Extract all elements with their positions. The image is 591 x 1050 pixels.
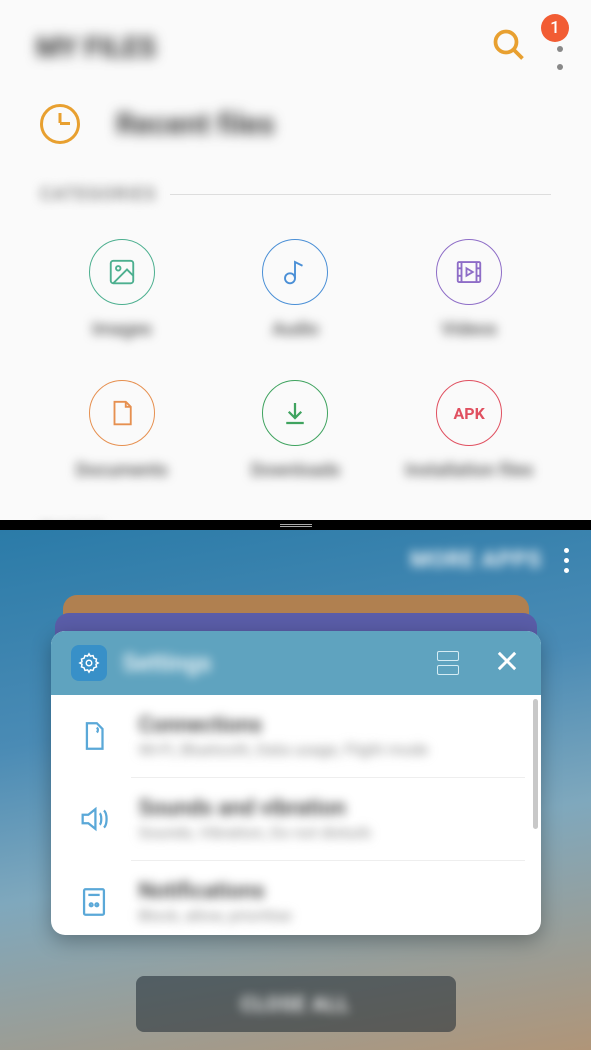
category-videos[interactable]: Videos <box>387 239 551 340</box>
section-label: CATEGORIES <box>40 184 156 205</box>
apk-badge-text: APK <box>454 404 485 423</box>
settings-app-card[interactable]: Settings Connections Wi-Fi, Bluetooth, D… <box>51 631 541 935</box>
notification-badge: 1 <box>541 14 569 42</box>
category-label: Images <box>92 319 152 340</box>
my-files-app: MY FILES 1 Recent files CATEGORIES Image… <box>0 0 591 520</box>
notifications-icon <box>77 885 111 919</box>
settings-row-sounds[interactable]: Sounds and vibration Sounds, Vibration, … <box>131 777 525 860</box>
divider <box>170 194 551 195</box>
music-icon <box>262 239 328 305</box>
settings-row-connections[interactable]: Connections Wi-Fi, Bluetooth, Data usage… <box>51 695 541 777</box>
category-audio[interactable]: Audio <box>214 239 378 340</box>
sim-icon <box>77 719 111 753</box>
apk-icon: APK <box>436 380 502 446</box>
split-view-icon[interactable] <box>437 651 459 675</box>
header: MY FILES 1 <box>0 0 591 94</box>
categories-header: CATEGORIES <box>0 154 591 215</box>
app-title: MY FILES <box>36 31 156 64</box>
category-label: Audio <box>272 319 319 340</box>
settings-app-icon[interactable] <box>71 645 107 681</box>
category-installation-files[interactable]: APK Installation files <box>387 380 551 481</box>
setting-title: Sounds and vibration <box>139 796 499 821</box>
category-label: Documents <box>76 460 168 481</box>
category-label: Downloads <box>251 460 340 481</box>
category-label: Videos <box>441 319 496 340</box>
close-card-button[interactable] <box>493 647 521 679</box>
recent-files-row[interactable]: Recent files <box>0 94 591 154</box>
card-content[interactable]: Connections Wi-Fi, Bluetooth, Data usage… <box>51 695 541 935</box>
recents-topbar: MORE APPS <box>0 530 591 591</box>
download-icon <box>262 380 328 446</box>
setting-subtitle: Wi-Fi, Bluetooth, Data usage, Flight mod… <box>139 740 515 759</box>
category-documents[interactable]: Documents <box>40 380 204 481</box>
drag-handle-icon <box>280 524 312 527</box>
image-icon <box>89 239 155 305</box>
recents-overview: MORE APPS Settings <box>0 530 591 1050</box>
setting-title: Notifications <box>139 879 499 904</box>
close-all-button[interactable]: CLOSE ALL <box>136 976 456 1032</box>
setting-title: Connections <box>139 713 515 738</box>
search-icon[interactable] <box>491 27 527 67</box>
setting-subtitle: Block, allow, prioritise <box>139 906 499 925</box>
recent-files-label: Recent files <box>116 107 275 142</box>
document-icon <box>89 380 155 446</box>
header-actions: 1 <box>491 20 563 74</box>
overflow-menu-icon[interactable] <box>564 548 569 573</box>
setting-subtitle: Sounds, Vibration, Do not disturb <box>139 823 499 842</box>
card-app-title: Settings <box>123 649 421 677</box>
video-icon <box>436 239 502 305</box>
split-screen-handle[interactable] <box>0 520 591 530</box>
category-label: Installation files <box>405 460 533 481</box>
category-images[interactable]: Images <box>40 239 204 340</box>
categories-grid: Images Audio Videos Documents Downloads <box>0 215 591 505</box>
close-all-label: CLOSE ALL <box>241 992 350 1016</box>
scrollbar[interactable] <box>533 699 538 829</box>
app-card-stack: Settings Connections Wi-Fi, Bluetooth, D… <box>51 595 541 935</box>
speaker-icon <box>77 802 111 836</box>
category-downloads[interactable]: Downloads <box>214 380 378 481</box>
card-header: Settings <box>51 631 541 695</box>
settings-row-notifications[interactable]: Notifications Block, allow, prioritise <box>131 860 525 935</box>
clock-icon <box>40 104 80 144</box>
more-menu-button[interactable]: 1 <box>557 20 563 74</box>
more-apps-button[interactable]: MORE APPS <box>410 548 542 573</box>
